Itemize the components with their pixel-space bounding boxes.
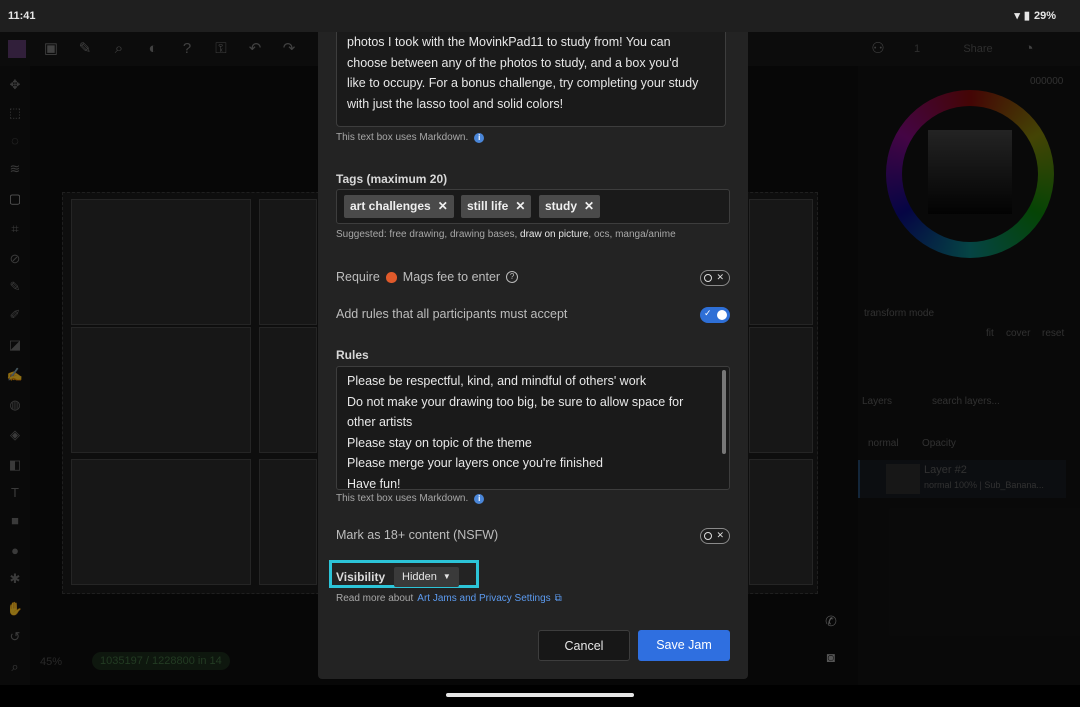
check-icon: ✓	[704, 308, 712, 318]
tag-chip[interactable]: still life ✕	[461, 195, 532, 218]
chat-icon[interactable]: ◙	[816, 642, 846, 672]
require-mags-row: Require Mags fee to enter ?	[336, 270, 519, 284]
system-nav-bar	[0, 685, 1080, 707]
remove-tag-icon[interactable]: ✕	[438, 199, 448, 213]
rule-line: Do not make your drawing too big, be sur…	[347, 394, 684, 409]
rule-line: other artists	[347, 415, 413, 430]
x-icon: ✕	[716, 272, 724, 282]
visibility-select[interactable]: Hidden ▼	[394, 567, 459, 587]
description-line: photos I took with the MovinkPad11 to st…	[347, 35, 671, 49]
save-jam-button[interactable]: Save Jam	[638, 630, 730, 661]
rule-line: Please be respectful, kind, and mindful …	[347, 374, 647, 388]
wifi-icon: ▾	[1014, 10, 1020, 22]
info-icon[interactable]: i	[474, 132, 485, 143]
mags-icon	[385, 271, 397, 283]
art-jam-settings-dialog: photos I took with the MovinkPad11 to st…	[318, 32, 748, 679]
tags-label: Tags (maximum 20)	[336, 172, 448, 186]
battery-level: 29%	[1033, 9, 1056, 22]
voice-call-icon[interactable]: ✆	[816, 606, 846, 636]
add-rules-toggle[interactable]: ✓	[700, 307, 730, 323]
remove-tag-icon[interactable]: ✕	[515, 199, 525, 213]
privacy-settings-link[interactable]: Art Jams and Privacy Settings	[417, 593, 550, 604]
tag-chip[interactable]: study ✕	[539, 195, 601, 218]
description-line: with just the lasso tool and solid color…	[347, 96, 564, 111]
require-mags-toggle[interactable]: ✕	[700, 270, 730, 286]
tag-chip[interactable]: art challenges ✕	[344, 195, 454, 218]
help-circle-icon[interactable]: ?	[506, 271, 519, 283]
home-gesture-bar[interactable]	[446, 693, 634, 697]
rules-label: Rules	[336, 348, 369, 362]
nsfw-label: Mark as 18+ content (NSFW)	[336, 528, 499, 542]
rules-scrollbar[interactable]	[722, 370, 726, 454]
rule-line: Please merge your layers once you're fin…	[347, 456, 603, 471]
info-icon[interactable]: i	[474, 493, 485, 504]
markdown-hint: This text box uses Markdown. i	[336, 132, 485, 143]
tags-input[interactable]: art challenges ✕ still life ✕ study ✕	[336, 189, 730, 224]
status-bar: 11:41 ▾ ▮ 29%	[0, 0, 1080, 32]
suggested-tags: Suggested: free drawing, drawing bases, …	[336, 229, 676, 240]
suggested-tag-link[interactable]: draw on picture	[520, 229, 588, 240]
description-line: like to occupy. For a bonus challenge, t…	[347, 76, 699, 90]
rule-line: Please stay on topic of the theme	[347, 435, 532, 450]
battery-icon: ▮	[1023, 10, 1030, 22]
remove-tag-icon[interactable]: ✕	[584, 199, 594, 213]
description-line: choose between any of the photos to stud…	[347, 55, 679, 70]
caret-down-icon: ▼	[442, 572, 451, 581]
description-textarea[interactable]: photos I took with the MovinkPad11 to st…	[336, 32, 726, 127]
nsfw-toggle[interactable]: ✕	[700, 528, 730, 544]
privacy-info: Read more about Art Jams and Privacy Set…	[336, 593, 562, 604]
rule-line: Have fun!	[347, 476, 401, 490]
external-link-icon[interactable]: ⧉	[555, 593, 562, 604]
x-icon: ✕	[716, 530, 724, 540]
cancel-button[interactable]: Cancel	[538, 630, 630, 661]
add-rules-label: Add rules that all participants must acc…	[336, 307, 568, 321]
visibility-label: Visibility	[336, 570, 386, 584]
rules-textarea[interactable]: Please be respectful, kind, and mindful …	[336, 366, 730, 490]
rules-markdown-hint: This text box uses Markdown. i	[336, 493, 485, 504]
clock: 11:41	[8, 10, 36, 22]
